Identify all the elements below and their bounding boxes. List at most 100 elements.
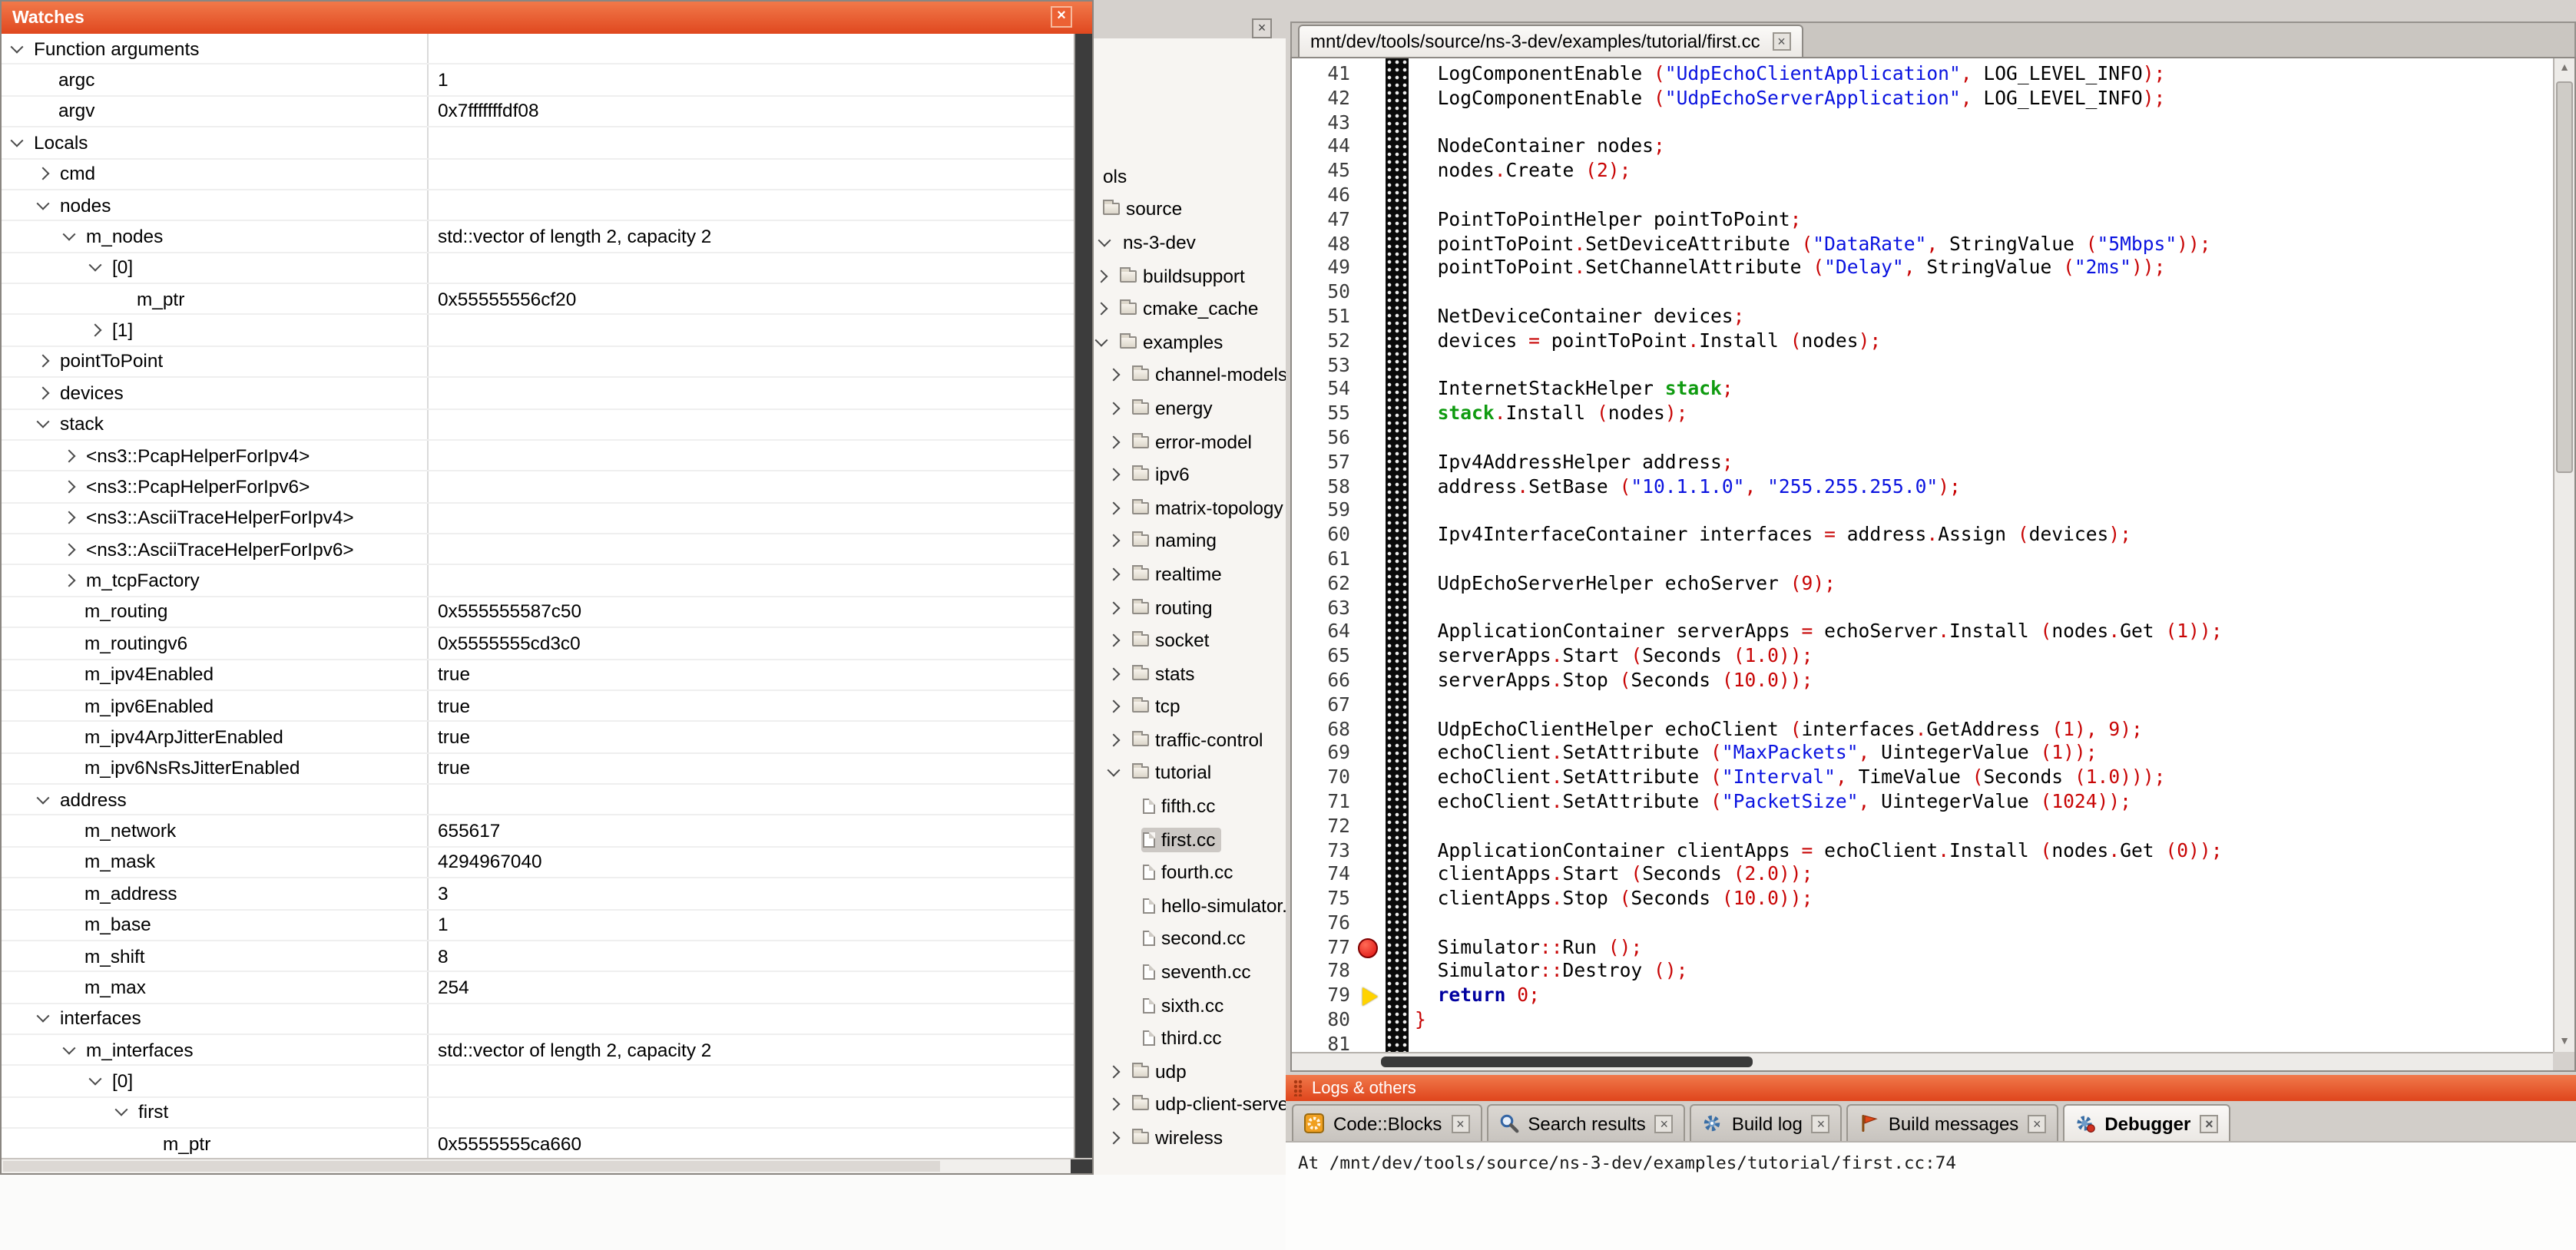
expand-arrow-icon[interactable] [63, 480, 76, 493]
code-line[interactable] [1415, 427, 2574, 451]
tab-close-icon[interactable]: × [1655, 1114, 1674, 1133]
expand-arrow-icon[interactable] [1108, 700, 1121, 713]
tree-item-examples[interactable]: examples [1094, 326, 1286, 359]
code-line[interactable]: LogComponentEnable ("UdpEchoServerApplic… [1415, 88, 2574, 112]
tree-item-naming[interactable]: naming [1094, 524, 1286, 557]
expand-arrow-icon[interactable] [1095, 303, 1108, 316]
collapse-arrow-icon[interactable] [89, 1073, 102, 1086]
collapse-arrow-icon[interactable] [1095, 333, 1108, 346]
tree-item-ols[interactable]: ols [1094, 160, 1286, 193]
tree-item-seventh-cc[interactable]: seventh.cc [1094, 956, 1286, 989]
watch-row[interactable]: m_base1 [2, 910, 1074, 941]
code-line[interactable]: LogComponentEnable ("UdpEchoClientApplic… [1415, 63, 2574, 88]
code-line[interactable]: Ipv4InterfaceContainer interfaces = addr… [1415, 524, 2574, 548]
tree-item-sixth-cc[interactable]: sixth.cc [1094, 989, 1286, 1022]
code-line[interactable] [1415, 693, 2574, 718]
code-line[interactable]: ApplicationContainer serverApps = echoSe… [1415, 621, 2574, 646]
editor-tab[interactable]: mnt/dev/tools/source/ns-3-dev/examples/t… [1298, 25, 1803, 57]
expand-arrow-icon[interactable] [1108, 369, 1121, 382]
expand-arrow-icon[interactable] [63, 511, 76, 524]
tree-item-fifth-cc[interactable]: fifth.cc [1094, 790, 1286, 823]
watch-row[interactable]: m_address3 [2, 878, 1074, 910]
collapse-arrow-icon[interactable] [11, 134, 24, 147]
collapse-arrow-icon[interactable] [63, 228, 76, 241]
tree-item-source[interactable]: source [1094, 193, 1286, 226]
watch-row[interactable]: m_ipv6NsRsJitterEnabledtrue [2, 753, 1074, 785]
code-line[interactable]: pointToPoint.SetDeviceAttribute ("DataRa… [1415, 233, 2574, 257]
logs-tab-code-blocks[interactable]: Code::Blocks× [1292, 1104, 1482, 1141]
management-close-icon[interactable]: × [1252, 18, 1272, 38]
tree-item-third-cc[interactable]: third.cc [1094, 1022, 1286, 1055]
editor-horizontal-scrollbar[interactable] [1292, 1052, 2553, 1070]
collapse-arrow-icon[interactable] [37, 415, 50, 428]
code-line[interactable] [1415, 597, 2574, 621]
scroll-up-arrow-icon[interactable]: ▲ [2554, 58, 2574, 78]
watches-close-icon[interactable]: × [1051, 6, 1072, 28]
expand-arrow-icon[interactable] [63, 449, 76, 462]
watch-row[interactable]: Function arguments [2, 34, 1074, 65]
breakpoint-margin[interactable] [1362, 58, 1386, 1070]
code-line[interactable]: NetDeviceContainer devices; [1415, 306, 2574, 330]
watch-row[interactable]: <ns3::PcapHelperForIpv6> [2, 472, 1074, 504]
collapse-arrow-icon[interactable] [1108, 765, 1121, 778]
code-line[interactable] [1415, 912, 2574, 937]
tree-item-ns-3-dev[interactable]: ns-3-dev [1094, 226, 1286, 259]
tree-item-tutorial[interactable]: tutorial [1094, 756, 1286, 789]
logs-tab-build-log[interactable]: Build log× [1690, 1104, 1843, 1141]
watch-row[interactable]: [0] [2, 253, 1074, 284]
watch-row[interactable]: address [2, 785, 1074, 816]
code-line[interactable] [1415, 500, 2574, 524]
tab-close-icon[interactable]: × [1812, 1114, 1830, 1133]
watch-row[interactable]: m_tcpFactory [2, 566, 1074, 597]
expand-arrow-icon[interactable] [1108, 1065, 1121, 1078]
resize-corner[interactable] [1071, 1159, 1092, 1173]
tree-item-udp-client-server[interactable]: udp-client-server [1094, 1088, 1286, 1121]
expand-arrow-icon[interactable] [1108, 601, 1121, 614]
code-line[interactable]: Ipv4AddressHelper address; [1415, 451, 2574, 476]
code-line[interactable]: ApplicationContainer clientApps = echoCl… [1415, 839, 2574, 864]
code-line[interactable]: echoClient.SetAttribute ("MaxPackets", U… [1415, 742, 2574, 767]
expand-arrow-icon[interactable] [63, 543, 76, 556]
collapse-arrow-icon[interactable] [89, 259, 102, 272]
collapse-arrow-icon[interactable] [37, 197, 50, 210]
expand-arrow-icon[interactable] [89, 324, 102, 337]
expand-arrow-icon[interactable] [37, 167, 50, 180]
code-line[interactable]: PointToPointHelper pointToPoint; [1415, 209, 2574, 233]
watch-row[interactable]: m_ptr0x5555555ca660 [2, 1129, 1074, 1158]
code-line[interactable]: serverApps.Stop (Seconds (10.0)); [1415, 670, 2574, 694]
code-line[interactable] [1415, 548, 2574, 573]
watch-row[interactable]: first [2, 1098, 1074, 1129]
expand-arrow-icon[interactable] [63, 574, 76, 587]
expand-arrow-icon[interactable] [1108, 468, 1121, 481]
tree-item-first-cc[interactable]: first.cc [1094, 823, 1286, 856]
collapse-arrow-icon[interactable] [11, 40, 24, 53]
watch-row[interactable]: stack [2, 409, 1074, 441]
watch-row[interactable]: <ns3::AsciiTraceHelperForIpv4> [2, 503, 1074, 534]
tree-item-energy[interactable]: energy [1094, 392, 1286, 425]
tab-close-icon[interactable]: × [2200, 1114, 2218, 1133]
vertical-scrollbar-thumb[interactable] [1075, 34, 1092, 1158]
tree-item-hello-simulator-cc[interactable]: hello-simulator.cc [1094, 889, 1286, 922]
code-line[interactable]: echoClient.SetAttribute ("PacketSize", U… [1415, 791, 2574, 815]
code-line[interactable]: address.SetBase ("10.1.1.0", "255.255.25… [1415, 475, 2574, 500]
tree-item-traffic-control[interactable]: traffic-control [1094, 723, 1286, 756]
horizontal-scrollbar-thumb[interactable] [3, 1161, 940, 1172]
horizontal-scrollbar-thumb[interactable] [1381, 1057, 1753, 1067]
watch-row[interactable]: pointToPoint [2, 347, 1074, 379]
code-line[interactable]: UdpEchoClientHelper echoClient (interfac… [1415, 718, 2574, 742]
tree-item-socket[interactable]: socket [1094, 624, 1286, 657]
expand-arrow-icon[interactable] [1108, 534, 1121, 547]
watch-row[interactable]: devices [2, 378, 1074, 409]
watch-row[interactable]: m_shift8 [2, 941, 1074, 973]
expand-arrow-icon[interactable] [1108, 1132, 1121, 1145]
collapse-arrow-icon[interactable] [37, 791, 50, 804]
watch-row[interactable]: m_nodesstd::vector of length 2, capacity… [2, 222, 1074, 253]
code-line[interactable]: echoClient.SetAttribute ("Interval", Tim… [1415, 766, 2574, 791]
expand-arrow-icon[interactable] [1108, 435, 1121, 448]
collapse-arrow-icon[interactable] [1098, 234, 1111, 247]
code-line[interactable]: stack.Install (nodes); [1415, 402, 2574, 427]
code-line[interactable]: Simulator::Run (); [1415, 936, 2574, 961]
tree-item-error-model[interactable]: error-model [1094, 425, 1286, 458]
code-area[interactable]: LogComponentEnable ("UdpEchoClientApplic… [1409, 58, 2574, 1070]
code-line[interactable]: clientApps.Stop (Seconds (10.0)); [1415, 888, 2574, 912]
